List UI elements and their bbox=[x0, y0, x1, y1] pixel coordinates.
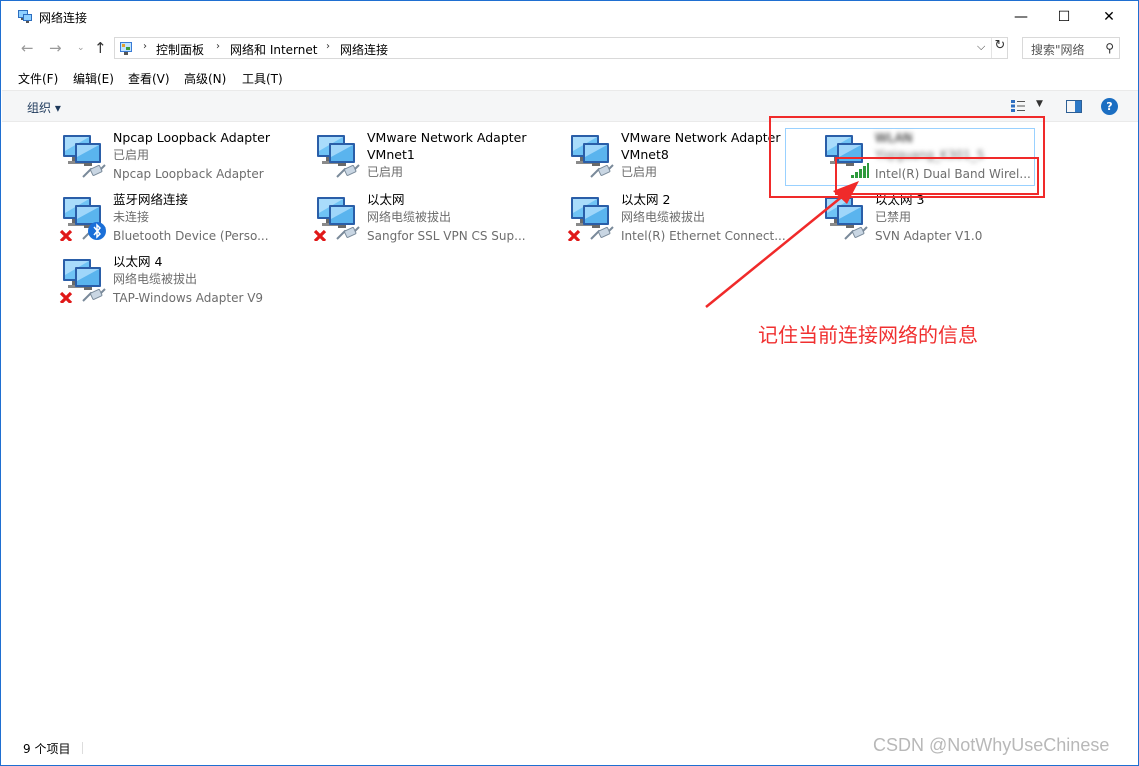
up-arrow-icon[interactable]: ↑ bbox=[94, 39, 107, 57]
chevron-down-icon[interactable]: ⌵ bbox=[977, 40, 985, 54]
item-count: 9 个项目 bbox=[23, 742, 71, 756]
connection-name: 以太网 4 bbox=[113, 254, 163, 269]
menu-view[interactable]: 查看(V) bbox=[128, 70, 170, 87]
connection-item[interactable]: VMware Network Adapter VMnet1 已启用 bbox=[313, 129, 553, 185]
connection-name-line2: VMnet1 bbox=[367, 147, 415, 162]
recent-locations-icon[interactable]: ⌄ bbox=[77, 43, 85, 53]
connection-item[interactable]: 以太网 4 网络电缆被拔出 TAP-Windows Adapter V9 bbox=[59, 253, 299, 309]
connection-status: 已启用 bbox=[113, 148, 150, 162]
back-arrow-icon[interactable]: ← bbox=[21, 39, 34, 57]
breadcrumb-network-connections[interactable]: 网络连接 bbox=[340, 41, 388, 58]
maximize-button[interactable]: ☐ bbox=[1041, 1, 1087, 32]
search-input[interactable]: 搜索"网络 ⚲ bbox=[1022, 37, 1120, 59]
connection-device: Sangfor SSL VPN CS Sup... bbox=[367, 229, 526, 243]
close-button[interactable]: ✕ bbox=[1086, 1, 1132, 32]
connection-name: 以太网 2 bbox=[621, 192, 671, 207]
chevron-right-icon[interactable]: › bbox=[143, 41, 147, 52]
connection-name-line2: VMnet8 bbox=[621, 147, 669, 162]
annotation-text: 记住当前连接网络的信息 bbox=[758, 323, 978, 347]
help-icon[interactable]: ? bbox=[1101, 98, 1118, 115]
connection-device: TAP-Windows Adapter V9 bbox=[113, 291, 264, 305]
chevron-right-icon[interactable]: › bbox=[326, 41, 330, 52]
address-bar[interactable]: › 控制面板 › 网络和 Internet › 网络连接 ⌵ ↻ bbox=[114, 37, 1008, 59]
address-row: ← → ⌄ ↑ › 控制面板 › 网络和 Internet › 网络连接 ⌵ ↻… bbox=[1, 34, 1138, 62]
connection-device: Npcap Loopback Adapter bbox=[113, 167, 264, 181]
connection-device: Bluetooth Device (Perso... bbox=[113, 229, 269, 243]
menu-advanced[interactable]: 高级(N) bbox=[184, 70, 226, 87]
chevron-right-icon[interactable]: › bbox=[216, 41, 220, 52]
forward-arrow-icon[interactable]: → bbox=[49, 39, 62, 57]
connection-item[interactable]: 以太网 3 已禁用 SVN Adapter V1.0 bbox=[821, 191, 1061, 247]
watermark: CSDN @NotWhyUseChinese bbox=[873, 735, 1110, 755]
network-adapter-icon bbox=[567, 131, 615, 179]
view-dropdown-icon[interactable]: ▼ bbox=[1036, 99, 1043, 109]
connection-item[interactable]: 以太网网络电缆被拔出 Sangfor SSL VPN CS Sup... bbox=[313, 191, 553, 247]
connection-status: 网络电缆被拔出 bbox=[367, 210, 452, 224]
menu-tools[interactable]: 工具(T) bbox=[242, 70, 283, 87]
minimize-button[interactable]: — bbox=[998, 1, 1044, 32]
connection-status: 未连接 bbox=[113, 210, 150, 224]
refresh-icon[interactable]: ↻ bbox=[991, 38, 1008, 58]
control-panel-icon bbox=[120, 42, 132, 55]
connection-name: 蓝牙网络连接 bbox=[113, 192, 189, 207]
status-divider bbox=[82, 742, 83, 754]
organize-button[interactable]: 组织 ▾ bbox=[27, 99, 61, 116]
search-placeholder: 搜索"网络 bbox=[1031, 43, 1085, 57]
connection-status: 已启用 bbox=[367, 165, 404, 179]
change-view-icon[interactable] bbox=[1010, 99, 1026, 113]
connection-status: 网络电缆被拔出 bbox=[621, 210, 706, 224]
explorer-window: 网络连接 — ☐ ✕ ← → ⌄ ↑ › 控制面板 › 网络和 Internet… bbox=[0, 0, 1139, 766]
connection-name: Npcap Loopback Adapter bbox=[113, 130, 270, 145]
connection-item[interactable]: 以太网 2 网络电缆被拔出 Intel(R) Ethernet Connect... bbox=[567, 191, 807, 247]
connection-status: 网络电缆被拔出 bbox=[113, 272, 198, 286]
network-adapter-icon bbox=[59, 255, 107, 305]
network-adapter-icon bbox=[59, 193, 107, 243]
menu-edit[interactable]: 编辑(E) bbox=[73, 70, 114, 87]
search-icon[interactable]: ⚲ bbox=[1105, 41, 1114, 55]
connection-status: 已禁用 bbox=[875, 210, 912, 224]
window-title: 网络连接 bbox=[39, 11, 88, 25]
connection-device: SVN Adapter V1.0 bbox=[875, 229, 983, 243]
annotation-inner-rect bbox=[835, 157, 1039, 195]
breadcrumb-network-internet[interactable]: 网络和 Internet bbox=[230, 41, 317, 58]
network-connections-icon bbox=[18, 10, 32, 23]
connection-name: 以太网 bbox=[367, 192, 405, 207]
connection-status: 已启用 bbox=[621, 165, 658, 179]
menu-bar: 文件(F) 编辑(E) 查看(V) 高级(N) 工具(T) bbox=[1, 67, 1138, 89]
connection-item[interactable]: 蓝牙网络连接 未连接 Bluetooth Device (Perso... bbox=[59, 191, 299, 247]
connection-item[interactable]: Npcap Loopback Adapter 已启用 Npcap Loopback … bbox=[59, 129, 299, 185]
menu-file[interactable]: 文件(F) bbox=[18, 70, 58, 87]
network-adapter-icon bbox=[821, 193, 869, 241]
connection-name: VMware Network Adapter bbox=[367, 130, 527, 145]
network-adapter-icon bbox=[313, 131, 361, 179]
network-adapter-icon bbox=[567, 193, 615, 243]
breadcrumb-control-panel[interactable]: 控制面板 bbox=[156, 41, 204, 58]
preview-pane-icon[interactable] bbox=[1066, 100, 1082, 113]
connection-name: VMware Network Adapter bbox=[621, 130, 781, 145]
title-bar: 网络连接 — ☐ ✕ bbox=[1, 1, 1138, 32]
network-adapter-icon bbox=[313, 193, 361, 243]
connection-device: Intel(R) Ethernet Connect... bbox=[621, 229, 786, 243]
network-adapter-icon bbox=[59, 131, 107, 179]
